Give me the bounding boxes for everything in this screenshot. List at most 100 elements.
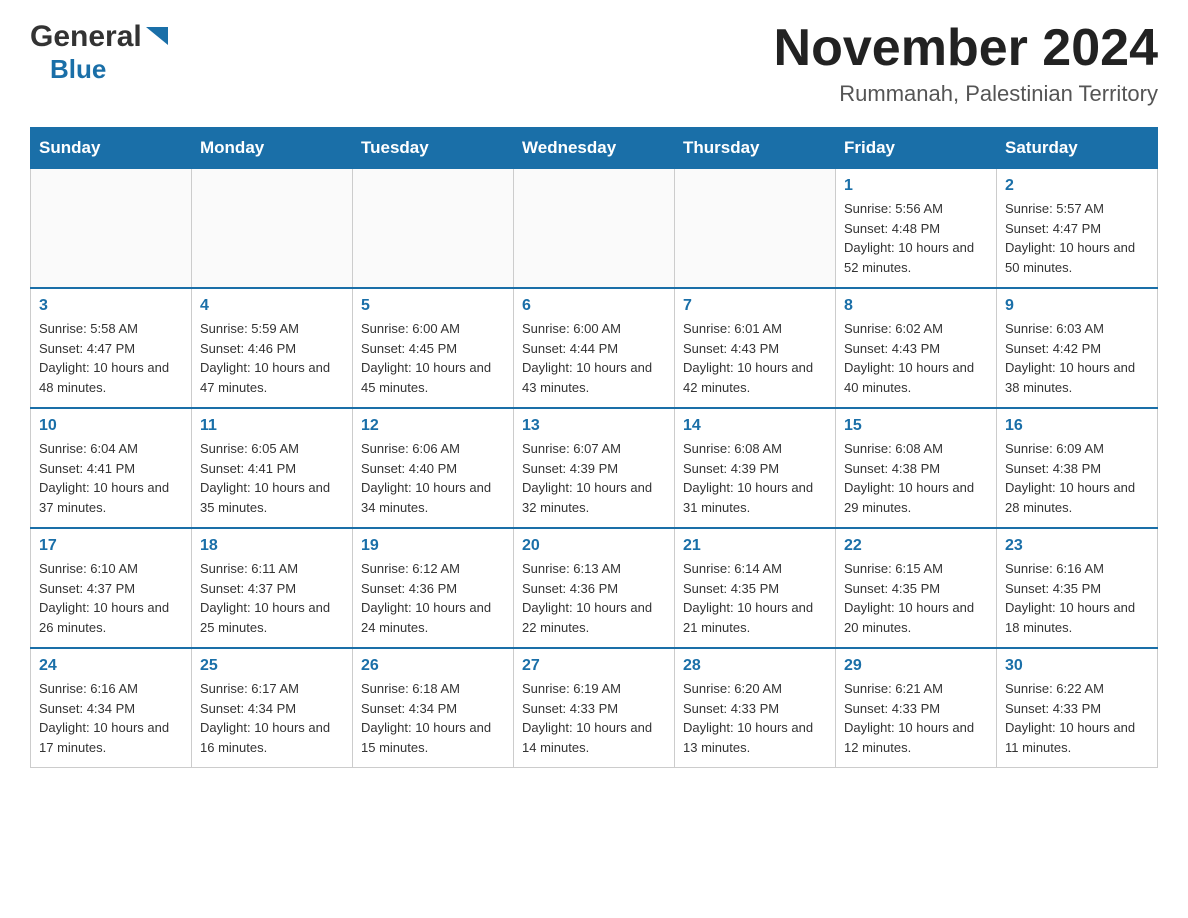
calendar-cell: 4 Sunrise: 5:59 AMSunset: 4:46 PMDaylight… [192,288,353,408]
day-info: Sunrise: 6:17 AMSunset: 4:34 PMDaylight:… [200,679,344,757]
weekday-header-friday: Friday [836,128,997,169]
day-info: Sunrise: 6:14 AMSunset: 4:35 PMDaylight:… [683,559,827,637]
day-number: 29 [844,657,988,675]
weekday-header-wednesday: Wednesday [514,128,675,169]
calendar-cell: 25 Sunrise: 6:17 AMSunset: 4:34 PMDayligh… [192,648,353,768]
day-info: Sunrise: 6:08 AMSunset: 4:39 PMDaylight:… [683,439,827,517]
day-info: Sunrise: 6:04 AMSunset: 4:41 PMDaylight:… [39,439,183,517]
calendar-cell: 24 Sunrise: 6:16 AMSunset: 4:34 PMDayligh… [31,648,192,768]
day-number: 14 [683,417,827,435]
day-number: 24 [39,657,183,675]
calendar-cell: 28Sunrise: 6:20 AMSunset: 4:33 PMDayligh… [675,648,836,768]
day-number: 12 [361,417,505,435]
day-info: Sunrise: 6:15 AMSunset: 4:35 PMDaylight:… [844,559,988,637]
calendar-table: SundayMondayTuesdayWednesdayThursdayFrid… [30,127,1158,768]
logo: General Blue [30,20,168,85]
day-info: Sunrise: 6:16 AMSunset: 4:35 PMDaylight:… [1005,559,1149,637]
day-number: 16 [1005,417,1149,435]
weekday-header-thursday: Thursday [675,128,836,169]
day-info: Sunrise: 5:58 AMSunset: 4:47 PMDaylight:… [39,319,183,397]
day-info: Sunrise: 6:00 AMSunset: 4:45 PMDaylight:… [361,319,505,397]
day-info: Sunrise: 6:03 AMSunset: 4:42 PMDaylight:… [1005,319,1149,397]
day-number: 2 [1005,177,1149,195]
day-number: 13 [522,417,666,435]
calendar-week-row: 24 Sunrise: 6:16 AMSunset: 4:34 PMDayligh… [31,648,1158,768]
day-number: 6 [522,297,666,315]
day-number: 17 [39,537,183,555]
day-info: Sunrise: 6:13 AMSunset: 4:36 PMDaylight:… [522,559,666,637]
day-number: 7 [683,297,827,315]
calendar-cell [514,169,675,289]
day-number: 19 [361,537,505,555]
day-info: Sunrise: 5:57 AMSunset: 4:47 PMDaylight:… [1005,199,1149,277]
day-number: 3 [39,297,183,315]
day-number: 21 [683,537,827,555]
day-info: Sunrise: 6:05 AMSunset: 4:41 PMDaylight:… [200,439,344,517]
calendar-week-row: 17 Sunrise: 6:10 AMSunset: 4:37 PMDayligh… [31,528,1158,648]
calendar-cell: 23 Sunrise: 6:16 AMSunset: 4:35 PMDayligh… [997,528,1158,648]
day-number: 4 [200,297,344,315]
calendar-cell: 9 Sunrise: 6:03 AMSunset: 4:42 PMDaylight… [997,288,1158,408]
day-number: 23 [1005,537,1149,555]
day-info: Sunrise: 6:00 AMSunset: 4:44 PMDaylight:… [522,319,666,397]
calendar-cell: 26 Sunrise: 6:18 AMSunset: 4:34 PMDayligh… [353,648,514,768]
weekday-header-sunday: Sunday [31,128,192,169]
calendar-cell: 17 Sunrise: 6:10 AMSunset: 4:37 PMDayligh… [31,528,192,648]
calendar-cell [353,169,514,289]
weekday-header-saturday: Saturday [997,128,1158,169]
day-number: 20 [522,537,666,555]
day-info: Sunrise: 6:18 AMSunset: 4:34 PMDaylight:… [361,679,505,757]
calendar-week-row: 10Sunrise: 6:04 AMSunset: 4:41 PMDayligh… [31,408,1158,528]
weekday-header-monday: Monday [192,128,353,169]
day-number: 27 [522,657,666,675]
day-info: Sunrise: 6:09 AMSunset: 4:38 PMDaylight:… [1005,439,1149,517]
page-header: General Blue November 2024 Rummanah, Pal… [30,20,1158,107]
calendar-cell: 20 Sunrise: 6:13 AMSunset: 4:36 PMDayligh… [514,528,675,648]
calendar-cell: 29 Sunrise: 6:21 AMSunset: 4:33 PMDayligh… [836,648,997,768]
calendar-cell [31,169,192,289]
month-title: November 2024 [774,20,1158,77]
day-info: Sunrise: 5:56 AMSunset: 4:48 PMDaylight:… [844,199,988,277]
day-info: Sunrise: 6:12 AMSunset: 4:36 PMDaylight:… [361,559,505,637]
day-info: Sunrise: 6:16 AMSunset: 4:34 PMDaylight:… [39,679,183,757]
day-info: Sunrise: 6:01 AMSunset: 4:43 PMDaylight:… [683,319,827,397]
calendar-cell: 12Sunrise: 6:06 AMSunset: 4:40 PMDayligh… [353,408,514,528]
day-number: 1 [844,177,988,195]
calendar-cell: 5 Sunrise: 6:00 AMSunset: 4:45 PMDaylight… [353,288,514,408]
calendar-week-row: 3 Sunrise: 5:58 AMSunset: 4:47 PMDaylight… [31,288,1158,408]
day-info: Sunrise: 6:02 AMSunset: 4:43 PMDaylight:… [844,319,988,397]
calendar-cell: 10Sunrise: 6:04 AMSunset: 4:41 PMDayligh… [31,408,192,528]
day-number: 25 [200,657,344,675]
title-section: November 2024 Rummanah, Palestinian Terr… [774,20,1158,107]
calendar-cell [675,169,836,289]
calendar-cell: 21 Sunrise: 6:14 AMSunset: 4:35 PMDayligh… [675,528,836,648]
logo-general-text: General [30,20,142,54]
day-info: Sunrise: 6:20 AMSunset: 4:33 PMDaylight:… [683,679,827,757]
calendar-cell: 8 Sunrise: 6:02 AMSunset: 4:43 PMDaylight… [836,288,997,408]
day-info: Sunrise: 6:08 AMSunset: 4:38 PMDaylight:… [844,439,988,517]
calendar-cell: 15 Sunrise: 6:08 AMSunset: 4:38 PMDayligh… [836,408,997,528]
calendar-cell: 7 Sunrise: 6:01 AMSunset: 4:43 PMDaylight… [675,288,836,408]
day-number: 18 [200,537,344,555]
calendar-cell: 22Sunrise: 6:15 AMSunset: 4:35 PMDayligh… [836,528,997,648]
calendar-cell: 27Sunrise: 6:19 AMSunset: 4:33 PMDayligh… [514,648,675,768]
calendar-header-row: SundayMondayTuesdayWednesdayThursdayFrid… [31,128,1158,169]
day-info: Sunrise: 6:10 AMSunset: 4:37 PMDaylight:… [39,559,183,637]
calendar-week-row: 1 Sunrise: 5:56 AMSunset: 4:48 PMDaylight… [31,169,1158,289]
calendar-cell: 16 Sunrise: 6:09 AMSunset: 4:38 PMDayligh… [997,408,1158,528]
day-number: 26 [361,657,505,675]
logo-arrow-icon [146,27,168,50]
calendar-cell: 3 Sunrise: 5:58 AMSunset: 4:47 PMDaylight… [31,288,192,408]
calendar-cell: 2 Sunrise: 5:57 AMSunset: 4:47 PMDaylight… [997,169,1158,289]
calendar-cell: 18Sunrise: 6:11 AMSunset: 4:37 PMDayligh… [192,528,353,648]
day-number: 15 [844,417,988,435]
weekday-header-tuesday: Tuesday [353,128,514,169]
day-number: 11 [200,417,344,435]
calendar-cell: 6 Sunrise: 6:00 AMSunset: 4:44 PMDaylight… [514,288,675,408]
day-info: Sunrise: 6:21 AMSunset: 4:33 PMDaylight:… [844,679,988,757]
day-info: Sunrise: 5:59 AMSunset: 4:46 PMDaylight:… [200,319,344,397]
calendar-cell: 1 Sunrise: 5:56 AMSunset: 4:48 PMDaylight… [836,169,997,289]
day-number: 5 [361,297,505,315]
day-number: 9 [1005,297,1149,315]
day-number: 8 [844,297,988,315]
